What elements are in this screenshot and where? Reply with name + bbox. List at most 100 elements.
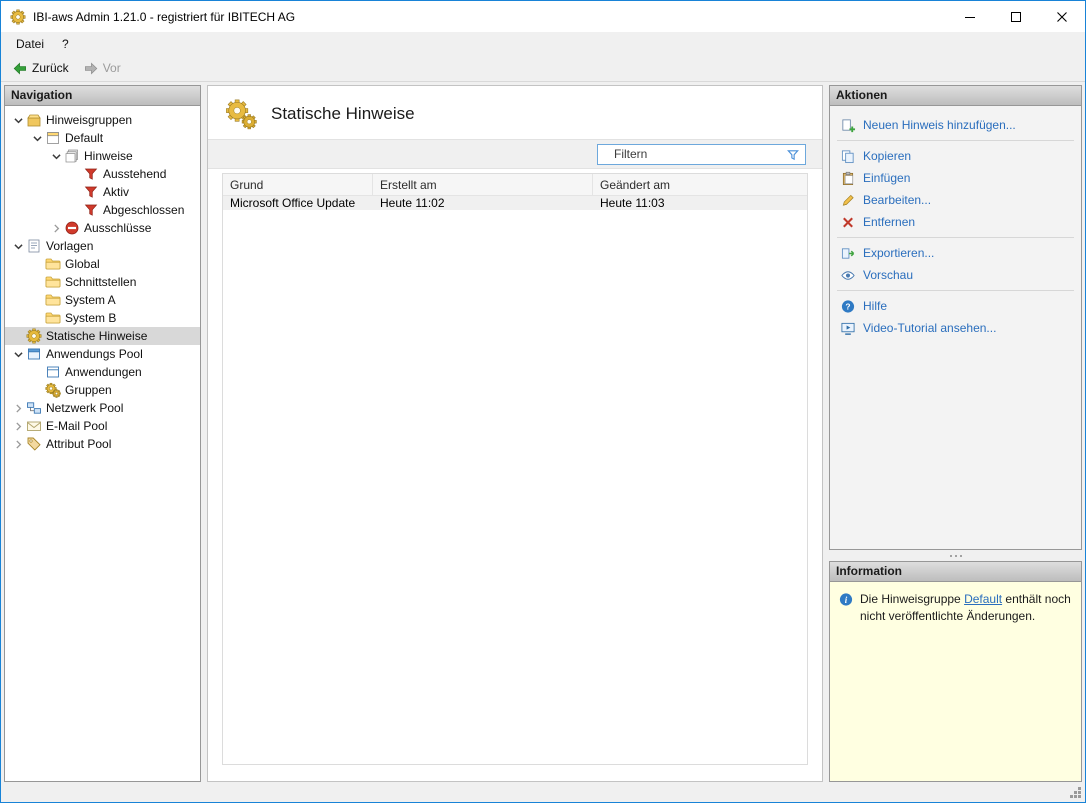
tree-item-label: System A bbox=[65, 293, 116, 307]
tree-item-hinweise[interactable]: Hinweise bbox=[5, 147, 200, 165]
right-column: Aktionen Neuen Hinweis hinzufügen...Kopi… bbox=[829, 85, 1082, 782]
chevron-spacer bbox=[30, 383, 45, 398]
tree-item-e-mail-pool[interactable]: E-Mail Pool bbox=[5, 417, 200, 435]
tree-item-schnittstellen[interactable]: Schnittstellen bbox=[5, 273, 200, 291]
tree-item-ausstehend[interactable]: Ausstehend bbox=[5, 165, 200, 183]
action-entfernen[interactable]: Entfernen bbox=[830, 211, 1081, 233]
tree-item-default[interactable]: Default bbox=[5, 129, 200, 147]
tree-item-anwendungs-pool[interactable]: Anwendungs Pool bbox=[5, 345, 200, 363]
email-pool-icon bbox=[26, 418, 42, 434]
tree-item-system-b[interactable]: System B bbox=[5, 309, 200, 327]
action-exportieren[interactable]: Exportieren... bbox=[830, 242, 1081, 264]
window-controls bbox=[947, 1, 1085, 32]
action-bearbeiten[interactable]: Bearbeiten... bbox=[830, 189, 1081, 211]
chevron-expanded-icon[interactable] bbox=[49, 149, 64, 164]
table-row[interactable]: Microsoft Office UpdateHeute 11:02Heute … bbox=[223, 196, 807, 210]
table-body: Microsoft Office UpdateHeute 11:02Heute … bbox=[223, 196, 807, 210]
column-header-geaendert-am[interactable]: Geändert am bbox=[593, 174, 807, 195]
chevron-collapsed-icon[interactable] bbox=[11, 401, 26, 416]
table-header-row: Grund Erstellt am Geändert am bbox=[223, 174, 807, 196]
minimize-button[interactable] bbox=[947, 1, 993, 32]
app-window: IBI-aws Admin 1.21.0 - registriert für I… bbox=[0, 0, 1086, 803]
default-group-link[interactable]: Default bbox=[964, 592, 1002, 606]
tree-item-system-a[interactable]: System A bbox=[5, 291, 200, 309]
tree-item-label: Netzwerk Pool bbox=[46, 401, 123, 415]
resize-grip[interactable] bbox=[1078, 795, 1081, 798]
tree-item-anwendungen[interactable]: Anwendungen bbox=[5, 363, 200, 381]
information-body: i Die Hinweisgruppe Default enthält noch… bbox=[829, 582, 1082, 782]
action-neuen-hinweis-hinzufuegen[interactable]: Neuen Hinweis hinzufügen... bbox=[830, 114, 1081, 136]
remove-icon bbox=[840, 215, 856, 230]
app-pool-icon bbox=[26, 346, 42, 362]
tree-item-vorlagen[interactable]: Vorlagen bbox=[5, 237, 200, 255]
paste-icon bbox=[840, 171, 856, 186]
chevron-collapsed-icon[interactable] bbox=[49, 221, 64, 236]
action-label: Bearbeiten... bbox=[863, 193, 931, 207]
tree-item-label: Ausstehend bbox=[103, 167, 166, 181]
folder-icon bbox=[45, 292, 61, 308]
tree-item-abgeschlossen[interactable]: Abgeschlossen bbox=[5, 201, 200, 219]
tree-item-attribut-pool[interactable]: Attribut Pool bbox=[5, 435, 200, 453]
action-label: Video-Tutorial ansehen... bbox=[863, 321, 996, 335]
page-title: Statische Hinweise bbox=[271, 104, 415, 124]
column-header-erstellt-am[interactable]: Erstellt am bbox=[373, 174, 593, 195]
chevron-collapsed-icon[interactable] bbox=[11, 419, 26, 434]
chevron-expanded-icon[interactable] bbox=[11, 239, 26, 254]
tree-item-label: Anwendungs Pool bbox=[46, 347, 143, 361]
close-button[interactable] bbox=[1039, 1, 1085, 32]
tree-item-label: Vorlagen bbox=[46, 239, 93, 253]
tree-item-statische-hinweise[interactable]: Statische Hinweise bbox=[5, 327, 200, 345]
action-kopieren[interactable]: Kopieren bbox=[830, 145, 1081, 167]
groups-icon bbox=[45, 382, 61, 398]
navigation-panel-header: Navigation bbox=[4, 85, 201, 106]
column-header-grund[interactable]: Grund bbox=[223, 174, 373, 195]
tree-item-aktiv[interactable]: Aktiv bbox=[5, 183, 200, 201]
chevron-spacer bbox=[30, 365, 45, 380]
chevron-expanded-icon[interactable] bbox=[30, 131, 45, 146]
information-message: Die Hinweisgruppe Default enthält noch n… bbox=[860, 591, 1073, 626]
chevron-expanded-icon[interactable] bbox=[11, 113, 26, 128]
add-hint-icon bbox=[840, 118, 856, 133]
chevron-expanded-icon[interactable] bbox=[11, 347, 26, 362]
tree-item-label: Abgeschlossen bbox=[103, 203, 184, 217]
tree-item-ausschluesse[interactable]: Ausschlüsse bbox=[5, 219, 200, 237]
pending-filter-icon bbox=[83, 166, 99, 182]
export-icon bbox=[840, 246, 856, 261]
menu-datei[interactable]: Datei bbox=[7, 32, 53, 55]
filter-input[interactable]: Filtern bbox=[597, 144, 806, 165]
filter-funnel-icon[interactable] bbox=[785, 147, 801, 162]
chevron-spacer bbox=[68, 167, 83, 182]
back-label: Zurück bbox=[32, 61, 69, 75]
action-vorschau[interactable]: Vorschau bbox=[830, 264, 1081, 286]
menu-help[interactable]: ? bbox=[53, 32, 78, 55]
action-einfuegen[interactable]: Einfügen bbox=[830, 167, 1081, 189]
content-area: Navigation HinweisgruppenDefaultHinweise… bbox=[1, 82, 1085, 782]
cell-grund: Microsoft Office Update bbox=[223, 196, 373, 210]
copy-icon bbox=[840, 149, 856, 164]
action-hilfe[interactable]: ?Hilfe bbox=[830, 295, 1081, 317]
tree-item-netzwerk-pool[interactable]: Netzwerk Pool bbox=[5, 399, 200, 417]
chevron-spacer bbox=[30, 257, 45, 272]
maximize-button[interactable] bbox=[993, 1, 1039, 32]
maximize-icon bbox=[1008, 12, 1024, 22]
chevron-spacer bbox=[68, 185, 83, 200]
info-text-before: Die Hinweisgruppe bbox=[860, 592, 964, 606]
main-header: Statische Hinweise bbox=[208, 86, 822, 139]
tree-item-global[interactable]: Global bbox=[5, 255, 200, 273]
close-icon bbox=[1054, 12, 1070, 22]
actions-separator bbox=[837, 237, 1074, 238]
tree-item-label: Ausschlüsse bbox=[84, 221, 151, 235]
chevron-collapsed-icon[interactable] bbox=[11, 437, 26, 452]
attribute-pool-icon bbox=[26, 436, 42, 452]
action-video-tutorial-ansehen[interactable]: Video-Tutorial ansehen... bbox=[830, 317, 1081, 339]
tree-item-hinweisgruppen[interactable]: Hinweisgruppen bbox=[5, 111, 200, 129]
video-icon bbox=[840, 321, 856, 336]
panel-splitter[interactable] bbox=[829, 550, 1082, 561]
tree-item-label: Hinweise bbox=[84, 149, 133, 163]
hint-group-icon bbox=[45, 130, 61, 146]
tree-item-gruppen[interactable]: Gruppen bbox=[5, 381, 200, 399]
static-hints-gears-icon bbox=[224, 97, 258, 130]
active-filter-icon bbox=[83, 184, 99, 200]
back-button[interactable]: Zurück bbox=[6, 58, 75, 79]
tree-item-label: Schnittstellen bbox=[65, 275, 136, 289]
